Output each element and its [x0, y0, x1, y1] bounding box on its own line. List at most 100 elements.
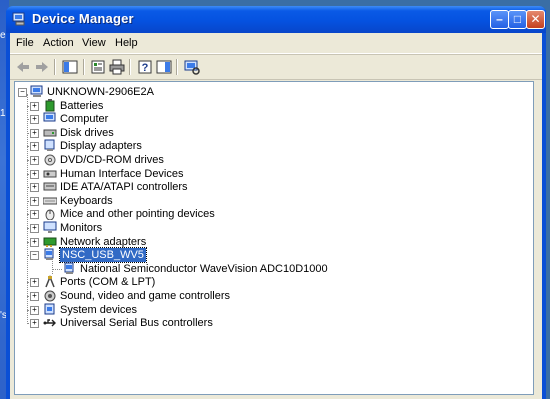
display-adapter-icon	[44, 139, 55, 152]
tree-category[interactable]: + Network adapters	[15, 235, 335, 249]
menu-bar: File Action View Help	[10, 33, 542, 54]
menu-help[interactable]: Help	[115, 37, 138, 49]
tree-category[interactable]: + IDE ATA/ATAPI controllers	[15, 180, 335, 194]
tree-category-label: Network adapters	[60, 235, 147, 248]
menu-file[interactable]: File	[16, 37, 34, 49]
svg-text:?: ?	[142, 62, 149, 74]
expand-toggle[interactable]: +	[30, 292, 39, 301]
tree-category-label: Batteries	[60, 99, 104, 112]
tree-category-label: Mice and other pointing devices	[60, 208, 215, 221]
help-icon[interactable]: ?	[137, 59, 153, 75]
cdrom-icon	[44, 154, 56, 166]
expand-toggle[interactable]: +	[30, 101, 39, 111]
tree-category[interactable]: + Universal Serial Bus controllers	[15, 316, 335, 330]
expand-toggle[interactable]: +	[30, 210, 39, 220]
expand-toggle[interactable]: +	[30, 319, 39, 329]
keyboard-icon	[43, 197, 57, 205]
tree-category[interactable]: + Human Interface Devices	[15, 167, 335, 181]
tree-category[interactable]: + Ports (COM & LPT)	[15, 275, 335, 289]
monitor-icon	[43, 221, 57, 233]
minimize-button[interactable]: –	[490, 10, 509, 29]
mouse-icon	[45, 209, 55, 221]
tree-category-label: Display adapters	[60, 140, 142, 153]
expand-toggle[interactable]: +	[30, 278, 39, 288]
scan-hardware-icon[interactable]	[184, 59, 200, 75]
close-button[interactable]: ✕	[526, 10, 545, 29]
toolbar-separator	[83, 59, 85, 75]
sound-icon	[44, 290, 56, 302]
device-manager-window: Device Manager – □ ✕ File Action View He…	[6, 6, 546, 399]
expand-toggle[interactable]: +	[30, 156, 39, 165]
expand-toggle[interactable]: +	[30, 115, 39, 125]
tree-category-label: Monitors	[60, 222, 103, 234]
tree-connector	[52, 268, 62, 270]
device-tree[interactable]: − UNKNOWN-2906E2A + Batteries + Computer + Di…	[14, 81, 534, 395]
expand-toggle[interactable]: +	[30, 128, 39, 138]
tree-root-label: UNKNOWN-2906E2A	[47, 86, 154, 98]
toolbar: ?	[10, 54, 542, 80]
back-arrow-icon[interactable]	[15, 59, 31, 75]
collapse-toggle[interactable]: −	[18, 88, 27, 97]
toolbar-separator	[176, 59, 178, 75]
tree-category-label: Computer	[60, 113, 109, 126]
tree-category-label: Universal Serial Bus controllers	[60, 317, 213, 330]
tree-category-label: Disk drives	[60, 126, 114, 139]
tree-category-label: Keyboards	[60, 194, 113, 207]
maximize-button[interactable]: □	[508, 10, 527, 29]
network-adapter-icon	[43, 237, 57, 247]
battery-icon	[45, 98, 55, 112]
show-hide-tree-icon[interactable]	[62, 59, 78, 75]
tree-category[interactable]: − NSC_USB_WV5	[15, 247, 335, 264]
tree-category[interactable]: + Display adapters	[15, 139, 335, 153]
forward-arrow-icon[interactable]	[34, 59, 50, 75]
toolbar-separator	[129, 59, 131, 75]
tree-category[interactable]: + Keyboards	[15, 194, 335, 208]
desktop-icon-fragment: e	[0, 30, 6, 41]
tree-category-label: Ports (COM & LPT)	[60, 276, 156, 289]
tree-category[interactable]: + Monitors	[15, 221, 335, 235]
tree-category[interactable]: + Batteries	[15, 98, 335, 113]
tree-category-label: DVD/CD-ROM drives	[60, 154, 164, 166]
usb-controller-icon	[43, 319, 56, 327]
expand-toggle[interactable]: +	[30, 196, 39, 206]
expand-toggle[interactable]: +	[30, 142, 39, 152]
expand-toggle[interactable]: +	[30, 224, 39, 233]
collapse-toggle[interactable]: −	[30, 251, 39, 261]
tree-category[interactable]: + System devices	[15, 303, 335, 317]
expand-toggle[interactable]: +	[30, 237, 39, 247]
window-title: Device Manager	[32, 11, 134, 26]
computer-icon	[30, 85, 43, 97]
usb-device-icon	[44, 248, 54, 261]
port-icon	[45, 275, 55, 288]
tree-category-label: NSC_USB_WV5	[59, 247, 147, 264]
properties-icon[interactable]	[90, 59, 106, 75]
title-bar[interactable]: Device Manager – □ ✕	[6, 6, 546, 33]
tree-category[interactable]: + Mice and other pointing devices	[15, 207, 335, 221]
expand-toggle[interactable]: +	[30, 183, 39, 193]
tree-category[interactable]: + Sound, video and game controllers	[15, 289, 335, 303]
tree-device-label: National Semiconductor WaveVision ADC10D…	[80, 262, 328, 275]
toolbar-separator	[54, 59, 56, 75]
device-manager-icon	[12, 12, 25, 26]
expand-toggle[interactable]: +	[30, 305, 39, 315]
usb-device-icon	[64, 262, 74, 274]
tree-category-label: Human Interface Devices	[60, 167, 184, 180]
tree-category-label: Sound, video and game controllers	[60, 290, 230, 302]
tree-device[interactable]: National Semiconductor WaveVision ADC10D…	[15, 262, 375, 276]
show-hide-action-pane-icon[interactable]	[156, 59, 172, 75]
print-icon[interactable]	[109, 59, 125, 75]
tree-category[interactable]: + Disk drives	[15, 126, 335, 140]
client-area: File Action View Help ? − UNKNOWN-2906E2…	[10, 33, 542, 399]
menu-action[interactable]: Action	[43, 37, 74, 49]
tree-category[interactable]: + DVD/CD-ROM drives	[15, 153, 335, 167]
computer-icon	[43, 112, 56, 122]
tree-category[interactable]: + Computer	[15, 112, 335, 126]
expand-toggle[interactable]: +	[30, 169, 39, 179]
menu-view[interactable]: View	[82, 37, 106, 49]
system-device-icon	[44, 303, 55, 315]
ide-controller-icon	[43, 182, 57, 191]
hid-icon	[43, 170, 57, 178]
disk-drive-icon	[43, 129, 57, 137]
tree-root[interactable]: − UNKNOWN-2906E2A	[15, 85, 315, 99]
desktop-icon-fragment: 1	[0, 108, 6, 119]
